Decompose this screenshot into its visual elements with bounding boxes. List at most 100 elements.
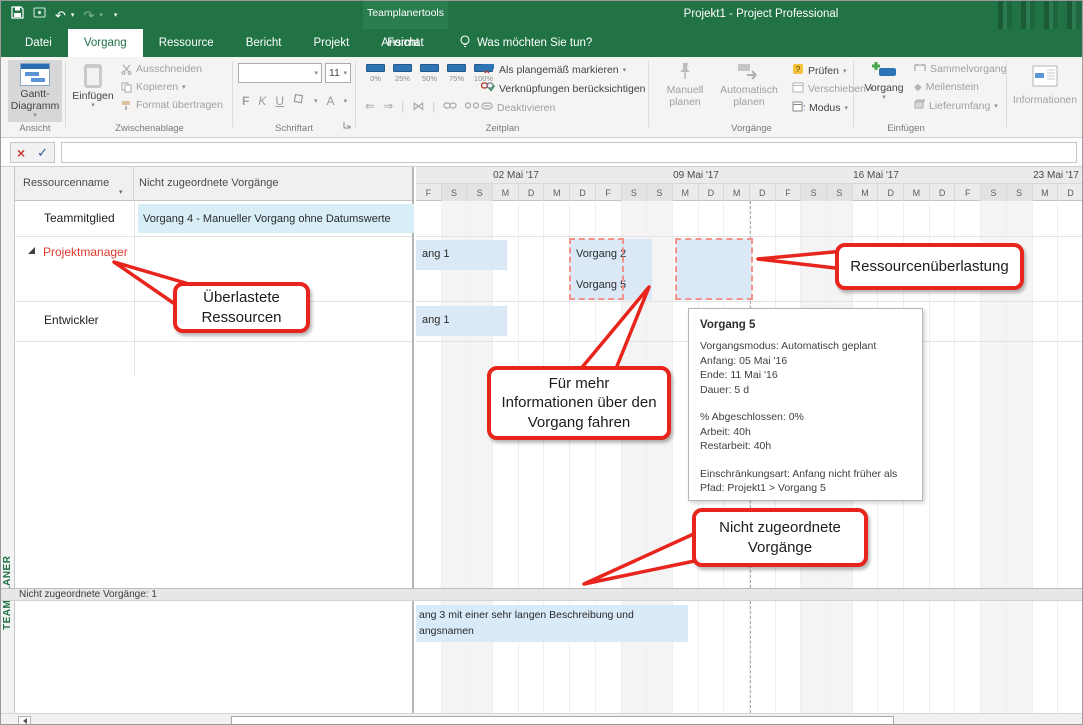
progress-0-icon [366,64,385,72]
progress-50-button[interactable]: 50% [416,64,443,83]
insert-milestone-button: ◆ Meilenstein [914,81,979,93]
callout-resource-overallocation: Ressourcenüberlastung [835,243,1024,290]
task-mode-label: Modus [809,102,841,114]
insert-task-button[interactable]: Vorgang ▾ [860,61,908,102]
paste-button[interactable]: Einfügen ▾ [71,60,115,122]
tab-vorgang[interactable]: Vorgang [68,29,143,57]
deliverable-icon [914,99,925,112]
font-color-icon[interactable]: A [327,94,335,108]
unassigned-task-vorgang3-bar[interactable]: ang 3 mit einer sehr langen Beschreibung… [416,605,688,642]
link-tasks-icon [443,99,457,113]
gantt-chart-view-label: Gantt-Diagramm [8,88,62,112]
summary-task-icon [914,63,926,75]
task-bar-vorgang1-entwickler[interactable]: ang 1 [416,306,507,336]
column-nicht-zugeordnete-vorgaenge[interactable]: Nicht zugeordnete Vorgänge [134,167,414,201]
information-label: Informationen [1013,94,1077,106]
column-ressourcenname[interactable]: Ressourcenname [15,167,134,201]
tab-bericht[interactable]: Bericht [230,29,298,57]
unassigned-pane-header[interactable]: Nicht zugeordnete Vorgänge: 1 [1,588,1083,601]
indent-task-icon: ⇒ [383,99,393,113]
week-label: 23 Mai '17 [1033,170,1079,181]
undo-caret-icon[interactable]: ▾ [71,11,75,19]
resource-table-header: Ressourcenname ▾ Nicht zugeordnete Vorgä… [15,167,412,201]
group-label-schriftart: Schriftart [234,123,354,134]
tooltip-line: Vorgangsmodus: Automatisch geplant [700,339,911,354]
title-bar: ↶▾ ↷▾ ▾ Projekt1 - Project Professional [1,1,1083,29]
insert-deliverable-label: Lieferumfang [929,100,990,112]
redo-caret-icon: ▾ [99,11,103,19]
scissors-icon [121,64,132,75]
tab-datei[interactable]: Datei [9,29,68,57]
inspect-button[interactable]: ? Prüfen ▾ [792,63,846,78]
contextual-tab-group-label: Teamplanertools [363,7,448,19]
scrollbar-thumb[interactable] [231,716,894,725]
resource-entwickler[interactable]: Entwickler [44,313,99,327]
week-label: 09 Mai '17 [673,170,719,181]
resource-table: Ressourcenname ▾ Nicht zugeordnete Vorgä… [15,167,414,588]
respect-links-button[interactable]: Verknüpfungen berücksichtigen [481,82,646,95]
expand-triangle-icon[interactable] [28,247,35,254]
quick-access-customize-icon[interactable]: ▾ [114,11,118,19]
dialog-launcher-icon[interactable] [343,116,351,134]
auto-schedule-label: Automatisch planen [716,84,782,108]
group-zeitplan: 0% 25% 50% 75% 100% ⇐ ⇒ | ⋈ | [357,57,648,137]
resource-projektmanager[interactable]: Projektmanager [43,245,128,259]
svg-text:?: ? [803,104,805,112]
project-professional-window: ↶▾ ↷▾ ▾ Projekt1 - Project Professional … [0,0,1083,725]
outdent-task-icon: ⇐ [365,99,375,113]
respect-links-label: Verknüpfungen berücksichtigen [499,83,646,95]
group-label-einfuegen: Einfügen [856,123,956,134]
scroll-left-button[interactable] [18,716,31,725]
insert-deliverable-button: Lieferumfang ▾ [914,99,998,112]
task-tooltip: Vorgang 5 Vorgangsmodus: Automatisch gep… [688,308,923,501]
overallocation-indicator-1 [569,238,624,300]
cancel-entry-icon[interactable]: × [17,146,25,160]
tab-ressource[interactable]: Ressource [143,29,230,57]
font-size-value: 11 [329,67,340,79]
mark-on-track-label: Als plangemäß markieren [499,64,619,76]
mark-on-track-button[interactable]: Als plangemäß markieren ▾ [481,63,626,77]
sort-caret-icon[interactable]: ▾ [119,188,123,196]
tooltip-line: Dauer: 5 d [700,383,911,398]
unlink-tasks-icon [465,99,479,113]
unassigned-pane-timeline: ang 3 mit einer sehr langen Beschreibung… [416,601,1083,713]
lightbulb-icon [459,35,471,52]
task-bar-vorgang1-projektmanager[interactable]: ang 1 [416,240,507,270]
touch-mode-icon[interactable] [33,6,46,24]
scroll-left-arrow-icon [23,718,27,724]
save-icon[interactable] [11,6,24,24]
gantt-chart-view-button[interactable]: Gantt-Diagramm ▾ [8,60,62,122]
tab-format[interactable]: Format [363,29,448,57]
ribbon-tab-row: Datei Vorgang Ressource Bericht Projekt … [1,29,1083,57]
unassigned-task-vorgang4-bar[interactable]: Vorgang 4 - Manueller Vorgang ohne Datum… [138,204,414,233]
horizontal-scrollbar[interactable] [1,713,1083,725]
callout-hover-for-info: Für mehr Informationen über den Vorgang … [487,366,671,440]
entry-bar-input[interactable] [61,142,1077,163]
tooltip-line: Einschränkungsart: Anfang nicht früher a… [700,467,911,482]
font-size-combo[interactable]: 11▾ [325,63,351,83]
task-mode-button[interactable]: ? Modus ▾ [792,101,848,115]
add-task-icon [871,61,897,82]
mark-on-track-icon [481,63,495,77]
font-name-combo[interactable]: ▾ [238,63,322,83]
copy-button: Kopieren ▾ [121,81,186,93]
overallocation-indicator-2 [675,238,753,300]
undo-icon[interactable]: ↶ [55,9,66,22]
auto-schedule-button: Automatisch planen [716,61,782,108]
manually-schedule-button: Manuell planen [656,61,714,108]
accept-entry-icon[interactable]: ✓ [37,146,48,159]
progress-25-button[interactable]: 25% [389,64,416,83]
tooltip-line: Anfang: 05 Mai '16 [700,354,911,369]
background-color-icon[interactable] [293,93,305,108]
inactivate-label: Deaktivieren [497,102,555,114]
tell-me-box[interactable]: Was möchten Sie tun? [459,29,592,57]
tab-projekt[interactable]: Projekt [297,29,365,57]
information-button: Informationen [1011,65,1079,106]
progress-75-button[interactable]: 75% [443,64,470,83]
progress-0-button[interactable]: 0% [362,64,389,83]
inactivate-icon [481,101,493,114]
paste-label: Einfügen [72,90,113,102]
resource-teammitglied[interactable]: Teammitglied [44,211,115,225]
group-zwischenablage: Einfügen ▾ Ausschneiden Kopieren ▾ Forma… [67,57,232,137]
timeline-day-tier: FSSMDMDFSSMDMDFSSMDMDFSSMD [416,184,1083,201]
